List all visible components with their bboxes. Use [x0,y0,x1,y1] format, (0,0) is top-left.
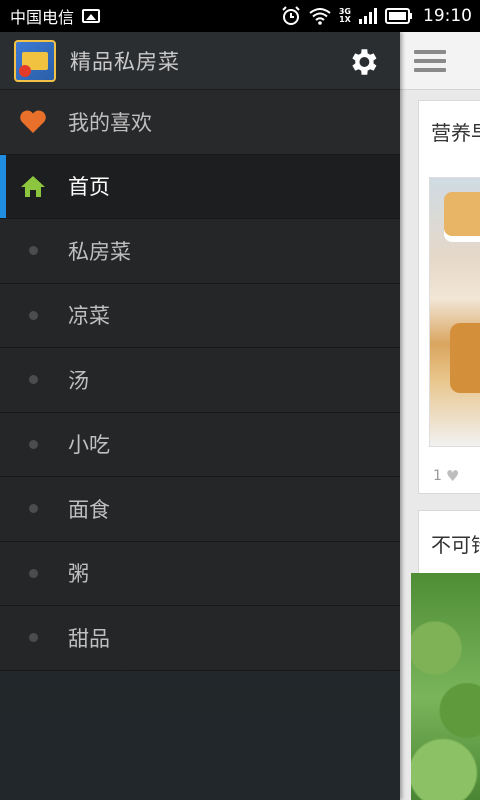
dot-icon [28,504,38,514]
dot-icon [28,375,38,385]
content-toolbar [400,32,480,90]
home-icon [18,174,48,198]
drawer-menu: 我的喜欢 首页 私房菜 凉菜 汤 小吃 面食 粥 甜品 [0,90,400,671]
gear-icon[interactable] [346,45,380,79]
menu-item-snacks[interactable]: 小吃 [0,412,400,477]
menu-item-label: 凉菜 [68,304,110,329]
image-notification-icon [82,9,101,23]
menu-item-noodles[interactable]: 面食 [0,477,400,542]
drawer-header: 精品私房菜 [0,32,400,90]
carrier-label: 中国电信 [10,8,75,27]
dot-icon [28,310,38,320]
clock: 19:10 [423,6,472,26]
menu-item-label: 首页 [68,175,110,200]
dot-icon [28,439,38,449]
menu-item-soup[interactable]: 汤 [0,348,400,413]
app-logo [14,39,56,82]
recipe-photo[interactable] [429,177,480,447]
alarm-icon [282,6,300,25]
like-count[interactable]: 1 ♥ [433,467,459,485]
menu-item-label: 粥 [68,562,89,587]
dot-icon [28,633,38,643]
menu-item-private-dishes[interactable]: 私房菜 [0,219,400,284]
menu-item-label: 我的喜欢 [68,110,152,135]
navigation-drawer: 精品私房菜 我的喜欢 首页 私房菜 凉菜 汤 小吃 面食 粥 甜品 [0,32,400,800]
wifi-icon [309,8,331,25]
menu-item-home[interactable]: 首页 [0,154,400,219]
screen: 中国电信 3G 1X 19:10 营养 1 ♥ 不可 精品私房菜 我的喜欢 首页… [0,0,480,800]
recipe-photo[interactable] [411,573,480,800]
app-title: 精品私房菜 [70,49,180,74]
menu-item-favorites[interactable]: 我的喜欢 [0,90,400,155]
main-content: 营养早 1 ♥ 不可错 [400,32,480,800]
menu-item-cold-dishes[interactable]: 凉菜 [0,283,400,348]
heart-icon: ♥ [445,467,460,485]
heart-icon [18,110,48,134]
network-type-label: 3G 1X [338,7,351,24]
like-count-value: 1 [433,468,442,484]
dot-icon [28,568,38,578]
status-bar: 中国电信 3G 1X 19:10 [0,0,480,32]
recipe-card-title: 不可错 [431,533,480,557]
menu-item-label: 汤 [68,368,89,393]
menu-item-desserts[interactable]: 甜品 [0,606,400,671]
menu-item-label: 面食 [68,497,110,522]
recipe-card[interactable]: 营养早 1 ♥ [418,100,480,494]
menu-item-porridge[interactable]: 粥 [0,541,400,606]
battery-icon [385,8,412,24]
status-icons: 3G 1X 19:10 [281,6,472,26]
recipe-card[interactable]: 不可错 [411,510,480,800]
recipe-card-title: 营养早 [431,121,480,145]
signal-icon [359,8,377,24]
menu-item-label: 甜品 [68,626,110,651]
menu-item-label: 私房菜 [68,239,131,264]
dot-icon [28,246,38,256]
hamburger-menu-icon[interactable] [414,50,446,72]
menu-item-label: 小吃 [68,433,110,458]
